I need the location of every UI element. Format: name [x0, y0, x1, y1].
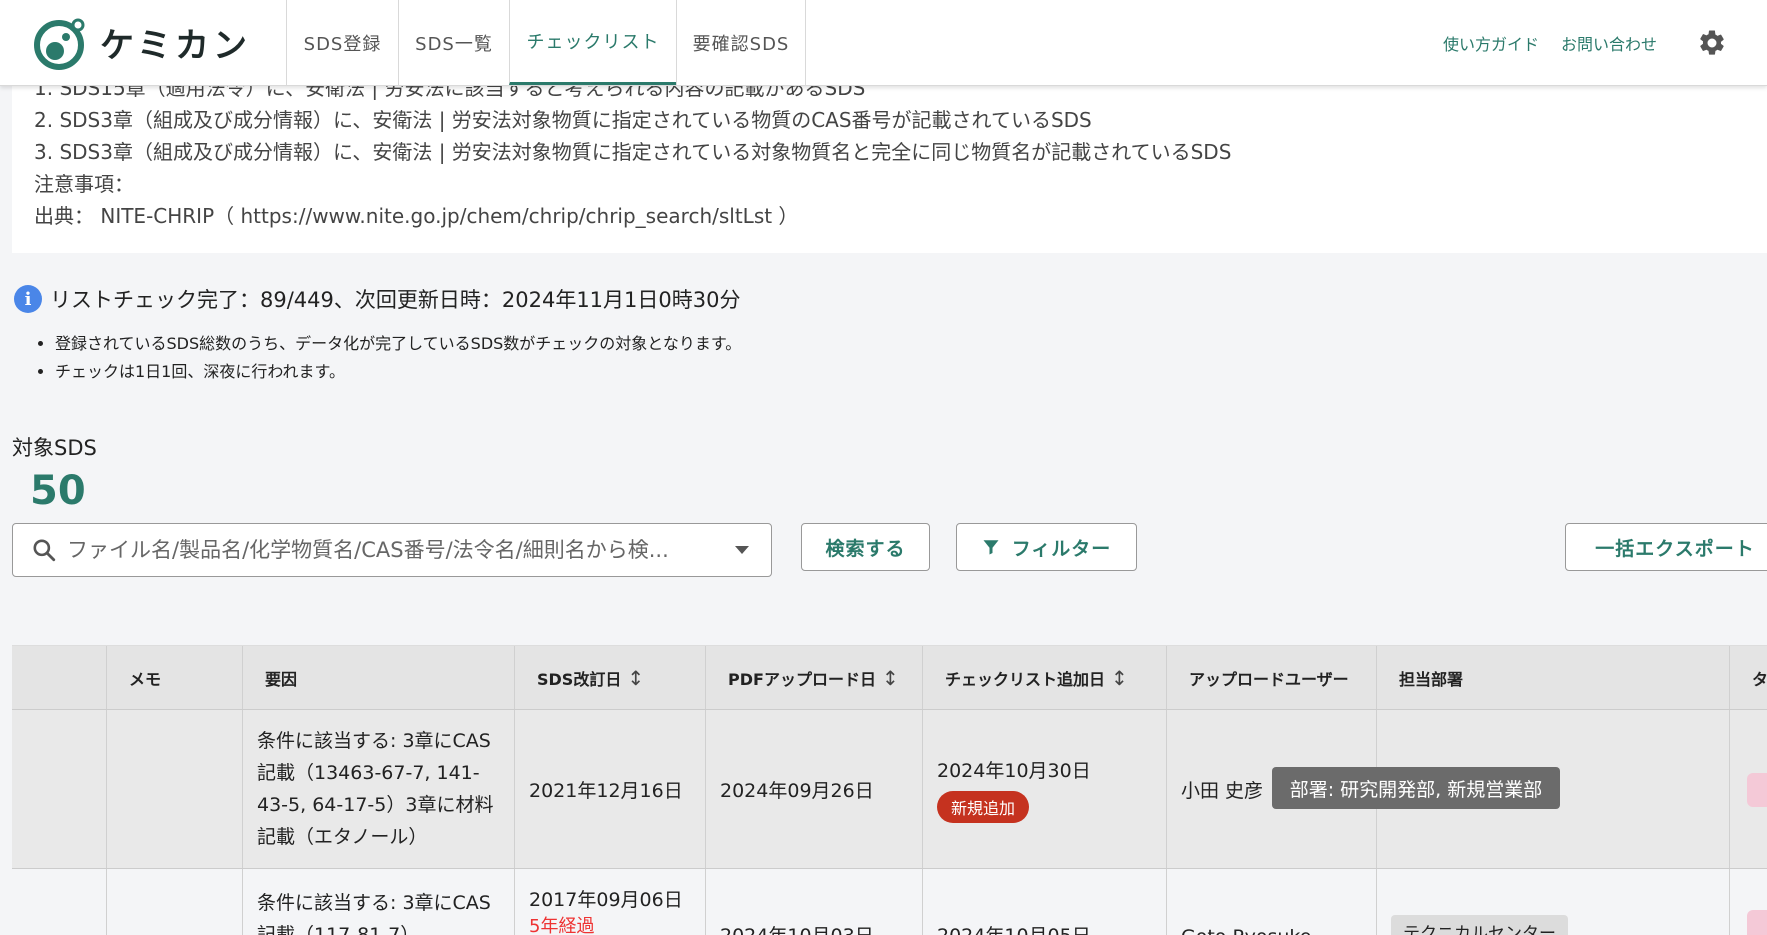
status-text: リストチェック完了：89/449、次回更新日時：2024年11月1日0時30分: [50, 288, 741, 312]
source-line: 出典： NITE-CHRIP（ https://www.nite.go.jp/c…: [34, 204, 799, 228]
target-sds-count: 50: [30, 468, 86, 514]
criteria-line-2: 2. SDS3章（組成及び成分情報）に、安衛法 | 労安法対象物質に指定されてい…: [34, 108, 1092, 132]
guide-link[interactable]: 使い方ガイド: [1443, 31, 1539, 55]
header-tag: タ: [1752, 669, 1767, 689]
tab-sds-list[interactable]: SDS一覧: [398, 0, 509, 85]
cell-memo[interactable]: [107, 710, 243, 868]
department-tooltip: 部署: 研究開発部, 新規営業部: [1272, 767, 1560, 809]
cell-memo[interactable]: [107, 869, 243, 935]
criteria-line-3: 3. SDS3章（組成及び成分情報）に、安衛法 | 労安法対象物質に指定されてい…: [34, 140, 1232, 164]
age-warning: 5年経過: [529, 916, 595, 935]
sort-icon[interactable]: ↕: [882, 666, 899, 690]
sds-revision-date: 2017年09月06日: [529, 889, 683, 911]
cell-select: [12, 710, 107, 868]
tab-review-sds[interactable]: 要確認SDS: [676, 0, 806, 85]
cell-checklist-added: 2024年10月05日: [923, 869, 1167, 935]
cell-select: [12, 869, 107, 935]
app-header: ケミカン SDS登録 SDS一覧 チェックリスト 要確認SDS 使い方ガイド お…: [0, 0, 1767, 86]
status-note: チェックは1日1回、深夜に行われます。: [55, 358, 741, 386]
cell-cause: 条件に該当する: 3章にCAS記載（13463-67-7, 141-43-5, …: [243, 710, 515, 868]
check-status: i リストチェック完了：89/449、次回更新日時：2024年11月1日0時30…: [14, 284, 741, 314]
header-checklist-added[interactable]: チェックリスト追加日 ↕: [923, 646, 1167, 709]
logo-icon: [34, 18, 85, 70]
header-department: 担当部署: [1377, 646, 1730, 709]
search-input[interactable]: [67, 538, 717, 562]
main-nav: SDS登録 SDS一覧 チェックリスト 要確認SDS: [286, 0, 806, 85]
checklist-criteria-box: 1. SDS15章（適用法令）に、安衛法 | 労安法に該当すると考えられる内容の…: [12, 70, 1767, 253]
cell-sds-revision: 2017年09月06日 5年経過: [515, 869, 706, 935]
header-select: [12, 646, 107, 709]
caution-label: 注意事項：: [34, 172, 134, 196]
target-sds-label: 対象SDS: [12, 436, 97, 460]
cell-upload-user: Goto Ryosuke: [1167, 869, 1377, 935]
gear-icon[interactable]: [1697, 28, 1727, 58]
tag-chip[interactable]: [1747, 910, 1767, 935]
filter-button-label: フィルター: [1011, 537, 1112, 560]
header-memo: メモ: [107, 646, 243, 709]
sort-icon[interactable]: ↕: [627, 666, 644, 690]
cell-sds-revision: 2021年12月16日: [515, 710, 706, 868]
logo-text: ケミカン: [100, 26, 251, 66]
tab-checklist[interactable]: チェックリスト: [509, 0, 676, 85]
search-box[interactable]: [12, 523, 772, 577]
bulk-export-button[interactable]: 一括エクスポート: [1565, 523, 1767, 571]
cell-department: テクニカルセンター: [1377, 869, 1730, 935]
status-note: 登録されているSDS総数のうち、データ化が完了しているSDS数がチェックの対象と…: [55, 330, 741, 358]
filter-icon: [983, 540, 999, 555]
cell-pdf-upload: 2024年10月03日: [706, 869, 923, 935]
tag-chip[interactable]: [1747, 773, 1767, 807]
search-icon: [33, 539, 56, 562]
header-pdf-upload-label: PDFアップロード日: [728, 669, 876, 689]
search-button[interactable]: 検索する: [801, 523, 930, 571]
department-chip: テクニカルセンター: [1391, 915, 1568, 935]
header-pdf-upload[interactable]: PDFアップロード日 ↕: [706, 646, 923, 709]
table-header: メモ 要因 SDS改訂日 ↕ PDFアップロード日 ↕ チェックリスト追加日 ↕ アッ…: [12, 645, 1767, 710]
checklist-added-date: 2024年10月30日: [937, 759, 1091, 782]
logo[interactable]: ケミカン: [0, 0, 286, 85]
header-upload-user: アップロードユーザー: [1167, 646, 1377, 709]
header-sds-revision[interactable]: SDS改訂日 ↕: [515, 646, 706, 709]
new-badge: 新規追加: [937, 790, 1030, 823]
sort-icon[interactable]: ↕: [1111, 666, 1128, 690]
cell-pdf-upload: 2024年09月26日: [706, 710, 923, 868]
info-icon: i: [14, 285, 42, 313]
header-sds-revision-label: SDS改訂日: [537, 669, 622, 689]
cell-checklist-added: 2024年10月30日 新規追加: [923, 710, 1167, 868]
filter-button[interactable]: フィルター: [956, 523, 1137, 571]
chevron-down-icon[interactable]: [735, 546, 749, 554]
header-checklist-added-label: チェックリスト追加日: [945, 669, 1106, 689]
contact-link[interactable]: お問い合わせ: [1561, 31, 1657, 55]
table-row[interactable]: 条件に該当する: 3章にCAS記載（117-81-7） 2017年09月06日 …: [12, 869, 1767, 935]
header-actions: 使い方ガイド お問い合わせ: [1443, 0, 1727, 86]
tab-sds-register[interactable]: SDS登録: [286, 0, 398, 85]
status-notes: 登録されているSDS総数のうち、データ化が完了しているSDS数がチェックの対象と…: [55, 330, 741, 386]
header-cause: 要因: [243, 646, 515, 709]
cell-cause: 条件に該当する: 3章にCAS記載（117-81-7）: [243, 869, 515, 935]
